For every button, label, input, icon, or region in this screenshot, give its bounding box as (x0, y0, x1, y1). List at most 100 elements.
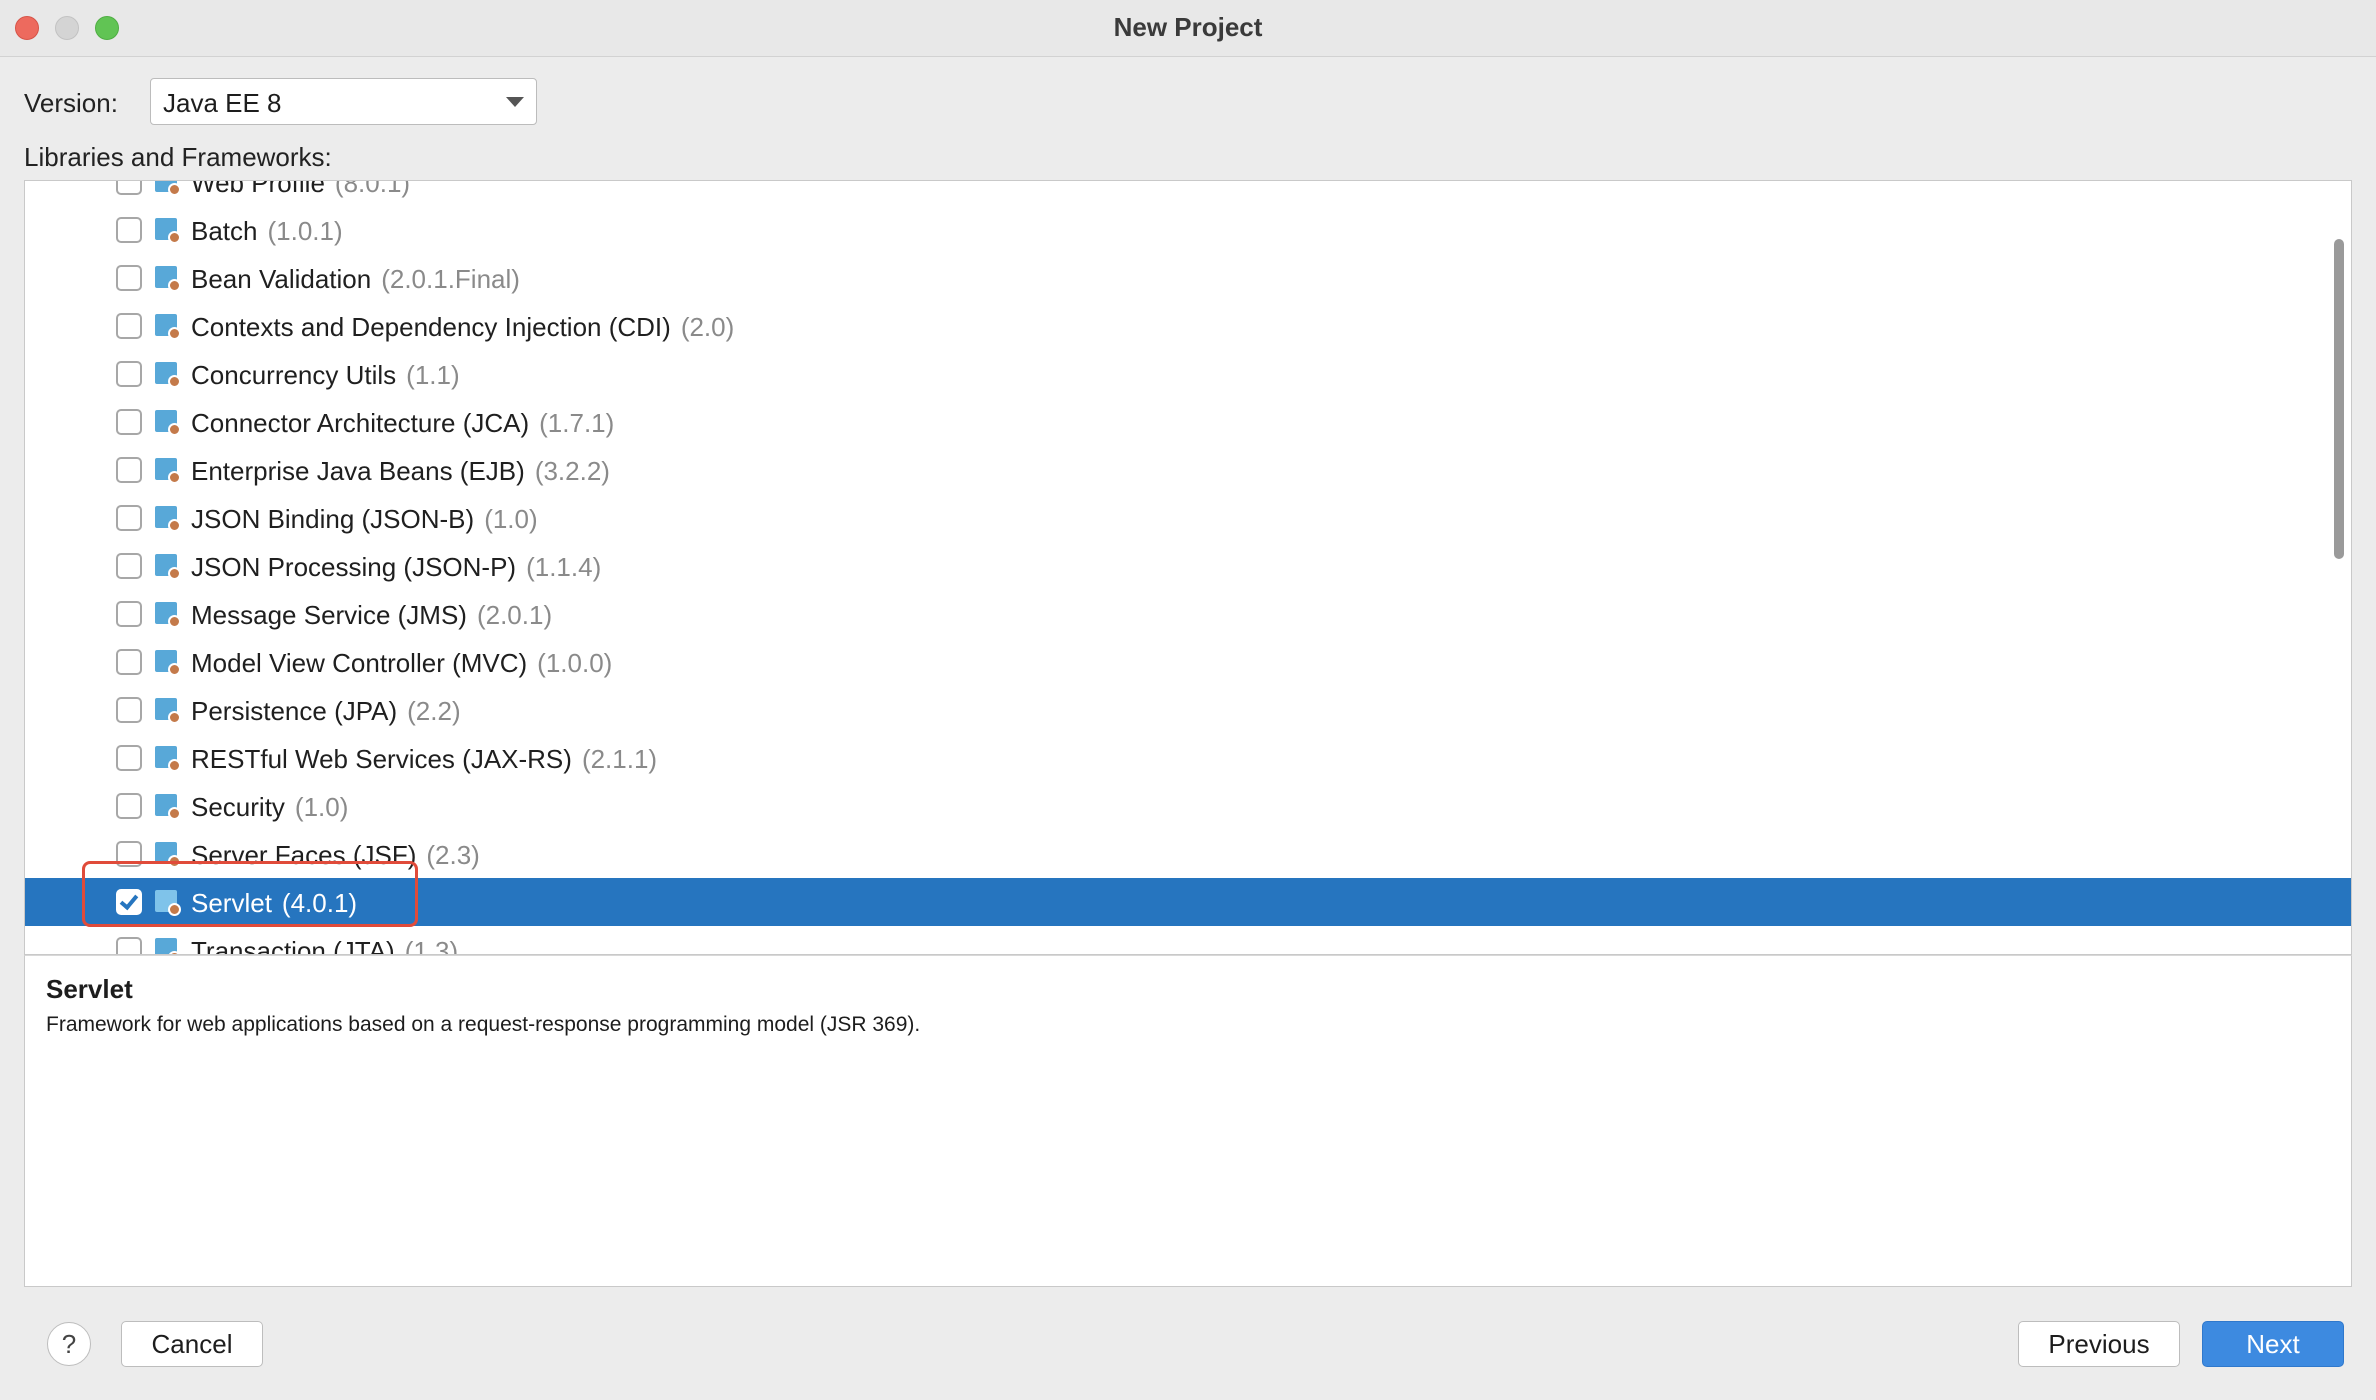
library-checkbox[interactable] (116, 841, 142, 867)
library-name: Web Profile (191, 180, 325, 198)
library-row[interactable]: Persistence (JPA) (2.2) (25, 686, 2351, 734)
library-version: (8.0.1) (334, 180, 411, 198)
help-button[interactable]: ? (47, 1322, 91, 1366)
library-name: Model View Controller (MVC) (191, 648, 528, 678)
library-row[interactable]: Connector Architecture (JCA) (1.7.1) (25, 398, 2351, 446)
library-icon (155, 650, 181, 676)
library-checkbox[interactable] (116, 313, 142, 339)
library-icon (155, 266, 181, 292)
library-row[interactable]: Transaction (JTA) (1.3) (25, 926, 2351, 955)
library-version: (2.0.1) (476, 600, 553, 630)
library-version: (1.3) (404, 936, 459, 955)
scrollbar-thumb[interactable] (2334, 239, 2344, 559)
library-name: Bean Validation (191, 264, 372, 294)
library-icon (155, 506, 181, 532)
library-row[interactable]: Web Profile (8.0.1) (25, 180, 2351, 206)
library-name: Batch (191, 216, 258, 246)
library-label: JSON Processing (JSON-P) (1.1.4) (191, 552, 601, 583)
library-label: Enterprise Java Beans (EJB) (3.2.2) (191, 456, 610, 487)
title-bar: New Project (0, 0, 2376, 57)
previous-button[interactable]: Previous (2018, 1321, 2180, 1367)
library-checkbox[interactable] (116, 457, 142, 483)
libraries-list-content: Web Profile (8.0.1) Batch (1.0.1) Bean Valid… (25, 180, 2351, 955)
checkmark-icon (119, 890, 139, 911)
library-version: (4.0.1) (281, 888, 358, 918)
library-icon (155, 746, 181, 772)
library-checkbox[interactable] (116, 601, 142, 627)
library-row[interactable]: Model View Controller (MVC) (1.0.0) (25, 638, 2351, 686)
library-version: (2.1.1) (581, 744, 658, 774)
library-checkbox[interactable] (116, 937, 142, 954)
library-label: Batch (1.0.1) (191, 216, 343, 247)
library-row[interactable]: Security (1.0) (25, 782, 2351, 830)
library-row[interactable]: Batch (1.0.1) (25, 206, 2351, 254)
library-checkbox[interactable] (116, 409, 142, 435)
library-row[interactable]: Servlet (4.0.1) (25, 878, 2351, 926)
version-selected-value: Java EE 8 (163, 88, 282, 118)
library-name: JSON Binding (JSON-B) (191, 504, 475, 534)
library-row[interactable]: Contexts and Dependency Injection (CDI) (… (25, 302, 2351, 350)
library-label: Bean Validation (2.0.1.Final) (191, 264, 520, 295)
library-version: (3.2.2) (534, 456, 610, 486)
library-icon (155, 938, 181, 954)
library-row[interactable]: Message Service (JMS) (2.0.1) (25, 590, 2351, 638)
libraries-scrollbar[interactable] (2331, 181, 2347, 954)
libraries-label: Libraries and Frameworks: (24, 142, 332, 172)
library-checkbox[interactable] (116, 265, 142, 291)
library-label: Message Service (JMS) (2.0.1) (191, 600, 552, 631)
library-version: (2.3) (426, 840, 480, 870)
library-checkbox[interactable] (116, 553, 142, 579)
library-label: JSON Binding (JSON-B) (1.0) (191, 504, 538, 535)
library-version: (1.0) (484, 504, 538, 534)
next-button[interactable]: Next (2202, 1321, 2344, 1367)
library-label: Connector Architecture (JCA) (1.7.1) (191, 408, 614, 439)
library-label: RESTful Web Services (JAX-RS) (2.1.1) (191, 744, 657, 775)
library-name: Servlet (191, 888, 272, 918)
library-label: Transaction (JTA) (1.3) (191, 936, 459, 955)
library-name: Persistence (JPA) (191, 696, 398, 726)
version-label: Version: (24, 88, 118, 118)
library-row[interactable]: JSON Processing (JSON-P) (1.1.4) (25, 542, 2351, 590)
library-label: Persistence (JPA) (2.2) (191, 696, 461, 727)
library-name: Server Faces (JSF) (191, 840, 417, 870)
library-checkbox[interactable] (116, 361, 142, 387)
library-icon (155, 890, 181, 916)
library-name: Transaction (JTA) (191, 936, 395, 955)
library-version: (2.2) (407, 696, 461, 726)
library-version: (1.7.1) (539, 408, 615, 438)
version-select[interactable]: Java EE 8 (150, 78, 537, 125)
library-checkbox[interactable] (116, 181, 142, 195)
library-checkbox[interactable] (116, 217, 142, 243)
library-checkbox[interactable] (116, 505, 142, 531)
library-row[interactable]: Concurrency Utils (1.1) (25, 350, 2351, 398)
chevron-down-icon (506, 97, 524, 107)
library-row[interactable]: Server Faces (JSF) (2.3) (25, 830, 2351, 878)
library-label: Model View Controller (MVC) (1.0.0) (191, 648, 612, 679)
cancel-button[interactable]: Cancel (121, 1321, 263, 1367)
library-icon (155, 842, 181, 868)
library-label: Contexts and Dependency Injection (CDI) (… (191, 312, 734, 343)
description-title: Servlet (46, 974, 133, 1004)
library-row[interactable]: Enterprise Java Beans (EJB) (3.2.2) (25, 446, 2351, 494)
description-text: Framework for web applications based on … (46, 1013, 921, 1036)
library-row[interactable]: JSON Binding (JSON-B) (1.0) (25, 494, 2351, 542)
library-checkbox[interactable] (116, 649, 142, 675)
library-checkbox[interactable] (116, 745, 142, 771)
libraries-list[interactable]: Web Profile (8.0.1) Batch (1.0.1) Bean Valid… (24, 180, 2352, 955)
library-version: (1.0.0) (537, 648, 613, 678)
library-version: (1.0.1) (267, 216, 343, 246)
library-name: Connector Architecture (JCA) (191, 408, 530, 438)
library-version: (1.1.4) (526, 552, 602, 582)
library-row[interactable]: RESTful Web Services (JAX-RS) (2.1.1) (25, 734, 2351, 782)
library-icon (155, 554, 181, 580)
library-label: Servlet (4.0.1) (191, 888, 357, 919)
library-checkbox[interactable] (116, 697, 142, 723)
library-checkbox[interactable] (116, 793, 142, 819)
library-label: Server Faces (JSF) (2.3) (191, 840, 480, 871)
library-row[interactable]: Bean Validation (2.0.1.Final) (25, 254, 2351, 302)
library-checkbox[interactable] (116, 889, 142, 915)
library-icon (155, 314, 181, 340)
library-name: RESTful Web Services (JAX-RS) (191, 744, 572, 774)
library-icon (155, 362, 181, 388)
library-icon (155, 698, 181, 724)
